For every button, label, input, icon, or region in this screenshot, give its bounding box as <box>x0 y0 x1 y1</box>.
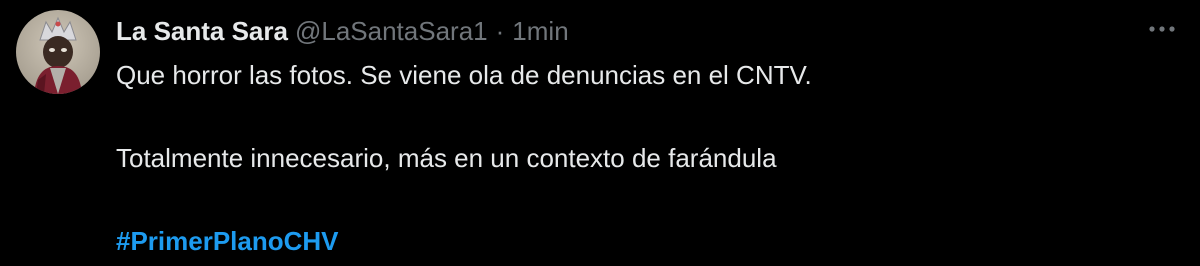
tweet-text-line: Totalmente innecesario, más en un contex… <box>116 143 777 173</box>
tweet-header: La Santa Sara @LaSantaSara1 · 1min <box>116 14 569 48</box>
author-display-name[interactable]: La Santa Sara <box>116 14 288 48</box>
tweet-text-line: Que horror las fotos. Se viene ola de de… <box>116 60 812 90</box>
profile-avatar-icon <box>16 10 100 94</box>
tweet-timestamp[interactable]: 1min <box>512 14 568 48</box>
tweet-card[interactable]: La Santa Sara @LaSantaSara1 · 1min Que h… <box>0 0 1200 266</box>
hashtag-link[interactable]: #PrimerPlanoCHV <box>116 224 339 258</box>
more-options-icon <box>1149 26 1175 32</box>
more-options-button[interactable] <box>1144 14 1180 44</box>
separator-dot: · <box>495 16 505 46</box>
avatar[interactable] <box>16 10 100 94</box>
author-handle[interactable]: @LaSantaSara1 <box>295 14 488 48</box>
